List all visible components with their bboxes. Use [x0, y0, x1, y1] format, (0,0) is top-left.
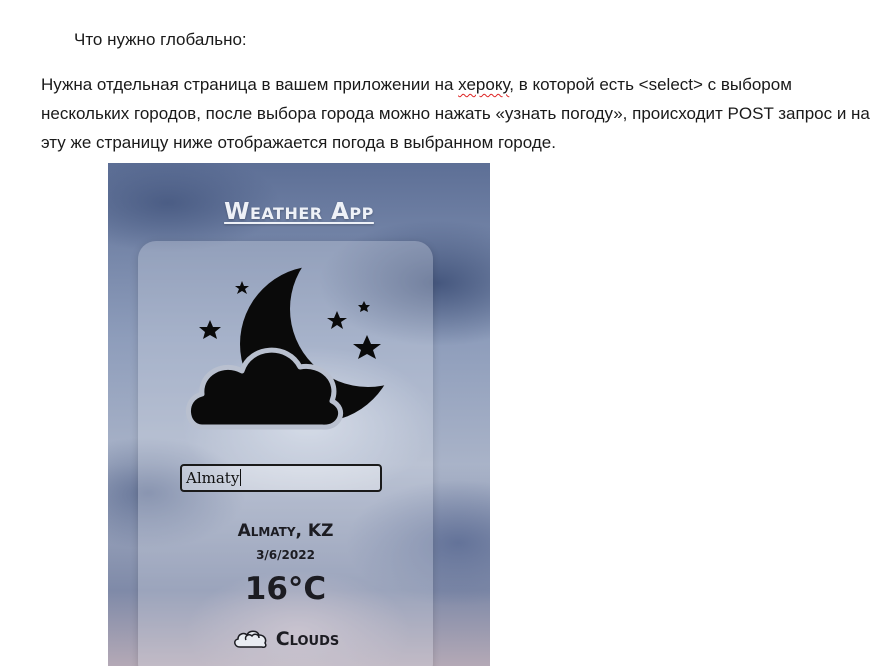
condition-row: Clouds — [138, 627, 433, 650]
date-label: 3/6/2022 — [256, 548, 315, 562]
moon-cloud-stars-icon — [186, 266, 395, 430]
temperature-label: 16°C — [244, 571, 327, 607]
condition-label: Clouds — [275, 628, 340, 650]
paragraph-text-start: Нужна отдельная страница в вашем приложе… — [41, 75, 459, 94]
city-input[interactable]: Almaty — [180, 464, 382, 492]
app-title: Weather App — [224, 199, 374, 225]
weather-app-screenshot: Weather App Almaty Almaty, KZ 3/6/2022 1… — [108, 163, 490, 666]
clouds-icon — [233, 630, 267, 648]
location-label: Almaty, KZ — [237, 521, 334, 541]
task-paragraph: Нужна отдельная страница в вашем приложе… — [41, 70, 873, 157]
city-input-value: Almaty — [186, 469, 240, 487]
misspelled-word: хероку — [458, 75, 510, 94]
weather-card: Almaty Almaty, KZ 3/6/2022 16°C Clouds — [138, 241, 433, 666]
heading-line: Что нужно глобально: — [74, 30, 247, 49]
text-caret — [240, 469, 242, 486]
